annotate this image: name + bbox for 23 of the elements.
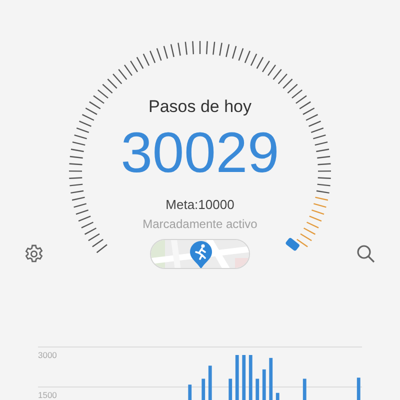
- bar: [188, 384, 192, 400]
- search-icon[interactable]: [356, 244, 376, 264]
- bar: [228, 378, 232, 400]
- settings-icon[interactable]: [24, 244, 44, 264]
- goal-label: Meta:10000: [166, 197, 234, 213]
- progress-marker: [285, 237, 300, 252]
- bar: [235, 355, 239, 400]
- y-tick-label: 3000: [38, 350, 57, 360]
- bar: [208, 366, 212, 400]
- bar: [202, 378, 206, 400]
- y-tick-label: 1500: [38, 390, 57, 400]
- step-count: 30029: [120, 122, 280, 184]
- runner-pin-icon: [189, 240, 213, 268]
- bar: [276, 392, 280, 400]
- bar: [248, 355, 252, 400]
- bar: [262, 369, 266, 400]
- bar: [242, 355, 246, 400]
- bar: [269, 358, 273, 400]
- activity-label: Marcadamente activo: [142, 217, 258, 232]
- title: Pasos de hoy: [148, 96, 252, 118]
- bar: [256, 378, 260, 400]
- bar: [356, 378, 360, 400]
- bar: [302, 378, 306, 400]
